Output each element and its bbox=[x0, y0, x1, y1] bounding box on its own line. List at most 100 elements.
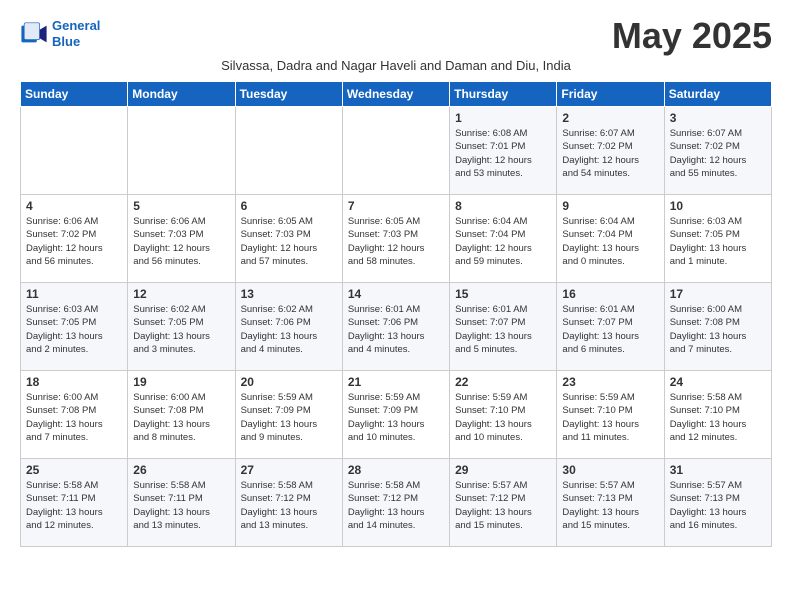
week-row-2: 4 Sunrise: 6:06 AM Sunset: 7:02 PM Daylig… bbox=[21, 195, 772, 283]
day-info: Sunrise: 6:08 AM Sunset: 7:01 PM Dayligh… bbox=[455, 127, 552, 180]
calendar-cell: 2Sunrise: 6:07 AM Sunset: 7:02 PM Daylig… bbox=[557, 107, 664, 195]
calendar-cell bbox=[342, 107, 449, 195]
day-info: Sunrise: 5:58 AM Sunset: 7:11 PM Dayligh… bbox=[26, 479, 123, 532]
day-number: 30 bbox=[562, 463, 659, 477]
calendar-cell: 9Sunrise: 6:04 AM Sunset: 7:04 PM Daylig… bbox=[557, 195, 664, 283]
day-number: 18 bbox=[26, 375, 123, 389]
day-info: Sunrise: 6:01 AM Sunset: 7:07 PM Dayligh… bbox=[562, 303, 659, 356]
weekday-header-monday: Monday bbox=[128, 82, 235, 107]
weekday-header-row: SundayMondayTuesdayWednesdayThursdayFrid… bbox=[21, 82, 772, 107]
day-number: 4 bbox=[26, 199, 123, 213]
day-info: Sunrise: 5:58 AM Sunset: 7:12 PM Dayligh… bbox=[241, 479, 338, 532]
calendar-table: SundayMondayTuesdayWednesdayThursdayFrid… bbox=[20, 81, 772, 547]
day-info: Sunrise: 5:58 AM Sunset: 7:10 PM Dayligh… bbox=[670, 391, 767, 444]
day-number: 8 bbox=[455, 199, 552, 213]
day-info: Sunrise: 6:07 AM Sunset: 7:02 PM Dayligh… bbox=[670, 127, 767, 180]
calendar-cell: 3 Sunrise: 6:07 AM Sunset: 7:02 PM Daylig… bbox=[664, 107, 771, 195]
day-number: 12 bbox=[133, 287, 230, 301]
calendar-cell: 26 Sunrise: 5:58 AM Sunset: 7:11 PM Dayli… bbox=[128, 459, 235, 547]
day-number: 28 bbox=[348, 463, 445, 477]
calendar-cell: 22 Sunrise: 5:59 AM Sunset: 7:10 PM Dayli… bbox=[450, 371, 557, 459]
day-number: 10 bbox=[670, 199, 767, 213]
day-info: Sunrise: 5:57 AM Sunset: 7:12 PM Dayligh… bbox=[455, 479, 552, 532]
day-info: Sunrise: 6:00 AM Sunset: 7:08 PM Dayligh… bbox=[670, 303, 767, 356]
header: General Blue May 2025 bbox=[20, 18, 772, 54]
weekday-header-thursday: Thursday bbox=[450, 82, 557, 107]
day-number: 14 bbox=[348, 287, 445, 301]
day-info: Sunrise: 6:03 AM Sunset: 7:05 PM Dayligh… bbox=[26, 303, 123, 356]
calendar-cell: 7Sunrise: 6:05 AM Sunset: 7:03 PM Daylig… bbox=[342, 195, 449, 283]
month-title: May 2025 bbox=[612, 18, 772, 54]
day-number: 6 bbox=[241, 199, 338, 213]
day-info: Sunrise: 6:04 AM Sunset: 7:04 PM Dayligh… bbox=[562, 215, 659, 268]
day-info: Sunrise: 6:02 AM Sunset: 7:06 PM Dayligh… bbox=[241, 303, 338, 356]
day-number: 11 bbox=[26, 287, 123, 301]
calendar-cell: 19Sunrise: 6:00 AM Sunset: 7:08 PM Dayli… bbox=[128, 371, 235, 459]
day-number: 15 bbox=[455, 287, 552, 301]
subtitle: Silvassa, Dadra and Nagar Haveli and Dam… bbox=[20, 58, 772, 73]
week-row-5: 25 Sunrise: 5:58 AM Sunset: 7:11 PM Dayli… bbox=[21, 459, 772, 547]
logo-icon bbox=[20, 20, 48, 48]
day-info: Sunrise: 5:59 AM Sunset: 7:09 PM Dayligh… bbox=[348, 391, 445, 444]
calendar-cell: 31 Sunrise: 5:57 AM Sunset: 7:13 PM Dayli… bbox=[664, 459, 771, 547]
calendar-cell: 1 Sunrise: 6:08 AM Sunset: 7:01 PM Daylig… bbox=[450, 107, 557, 195]
calendar-cell bbox=[235, 107, 342, 195]
day-info: Sunrise: 5:57 AM Sunset: 7:13 PM Dayligh… bbox=[670, 479, 767, 532]
day-number: 23 bbox=[562, 375, 659, 389]
day-info: Sunrise: 6:00 AM Sunset: 7:08 PM Dayligh… bbox=[133, 391, 230, 444]
day-info: Sunrise: 5:58 AM Sunset: 7:11 PM Dayligh… bbox=[133, 479, 230, 532]
calendar-cell: 27 Sunrise: 5:58 AM Sunset: 7:12 PM Dayli… bbox=[235, 459, 342, 547]
day-number: 26 bbox=[133, 463, 230, 477]
day-number: 24 bbox=[670, 375, 767, 389]
weekday-header-wednesday: Wednesday bbox=[342, 82, 449, 107]
day-number: 22 bbox=[455, 375, 552, 389]
day-number: 1 bbox=[455, 111, 552, 125]
week-row-1: 1 Sunrise: 6:08 AM Sunset: 7:01 PM Daylig… bbox=[21, 107, 772, 195]
weekday-header-tuesday: Tuesday bbox=[235, 82, 342, 107]
calendar-cell: 18 Sunrise: 6:00 AM Sunset: 7:08 PM Dayli… bbox=[21, 371, 128, 459]
day-info: Sunrise: 6:01 AM Sunset: 7:06 PM Dayligh… bbox=[348, 303, 445, 356]
day-info: Sunrise: 6:04 AM Sunset: 7:04 PM Dayligh… bbox=[455, 215, 552, 268]
calendar-cell: 8 Sunrise: 6:04 AM Sunset: 7:04 PM Daylig… bbox=[450, 195, 557, 283]
calendar-cell: 13 Sunrise: 6:02 AM Sunset: 7:06 PM Dayli… bbox=[235, 283, 342, 371]
day-info: Sunrise: 6:00 AM Sunset: 7:08 PM Dayligh… bbox=[26, 391, 123, 444]
calendar-cell bbox=[128, 107, 235, 195]
weekday-header-friday: Friday bbox=[557, 82, 664, 107]
day-number: 7 bbox=[348, 199, 445, 213]
calendar-cell: 17 Sunrise: 6:00 AM Sunset: 7:08 PM Dayli… bbox=[664, 283, 771, 371]
calendar-cell: 28 Sunrise: 5:58 AM Sunset: 7:12 PM Dayli… bbox=[342, 459, 449, 547]
day-info: Sunrise: 5:58 AM Sunset: 7:12 PM Dayligh… bbox=[348, 479, 445, 532]
calendar-cell: 5Sunrise: 6:06 AM Sunset: 7:03 PM Daylig… bbox=[128, 195, 235, 283]
weekday-header-sunday: Sunday bbox=[21, 82, 128, 107]
day-number: 3 bbox=[670, 111, 767, 125]
day-info: Sunrise: 6:02 AM Sunset: 7:05 PM Dayligh… bbox=[133, 303, 230, 356]
calendar-cell: 15 Sunrise: 6:01 AM Sunset: 7:07 PM Dayli… bbox=[450, 283, 557, 371]
day-number: 21 bbox=[348, 375, 445, 389]
calendar-cell: 14 Sunrise: 6:01 AM Sunset: 7:06 PM Dayli… bbox=[342, 283, 449, 371]
day-info: Sunrise: 6:03 AM Sunset: 7:05 PM Dayligh… bbox=[670, 215, 767, 268]
day-info: Sunrise: 5:59 AM Sunset: 7:10 PM Dayligh… bbox=[455, 391, 552, 444]
day-number: 2 bbox=[562, 111, 659, 125]
day-number: 29 bbox=[455, 463, 552, 477]
day-number: 17 bbox=[670, 287, 767, 301]
weekday-header-saturday: Saturday bbox=[664, 82, 771, 107]
week-row-4: 18 Sunrise: 6:00 AM Sunset: 7:08 PM Dayli… bbox=[21, 371, 772, 459]
calendar-cell: 21 Sunrise: 5:59 AM Sunset: 7:09 PM Dayli… bbox=[342, 371, 449, 459]
calendar-cell: 11 Sunrise: 6:03 AM Sunset: 7:05 PM Dayli… bbox=[21, 283, 128, 371]
day-number: 13 bbox=[241, 287, 338, 301]
week-row-3: 11 Sunrise: 6:03 AM Sunset: 7:05 PM Dayli… bbox=[21, 283, 772, 371]
day-info: Sunrise: 6:01 AM Sunset: 7:07 PM Dayligh… bbox=[455, 303, 552, 356]
day-number: 27 bbox=[241, 463, 338, 477]
day-number: 31 bbox=[670, 463, 767, 477]
day-info: Sunrise: 6:06 AM Sunset: 7:02 PM Dayligh… bbox=[26, 215, 123, 268]
day-number: 25 bbox=[26, 463, 123, 477]
calendar-cell: 16Sunrise: 6:01 AM Sunset: 7:07 PM Dayli… bbox=[557, 283, 664, 371]
calendar-cell: 30Sunrise: 5:57 AM Sunset: 7:13 PM Dayli… bbox=[557, 459, 664, 547]
calendar-cell: 24 Sunrise: 5:58 AM Sunset: 7:10 PM Dayli… bbox=[664, 371, 771, 459]
day-info: Sunrise: 6:06 AM Sunset: 7:03 PM Dayligh… bbox=[133, 215, 230, 268]
day-info: Sunrise: 5:59 AM Sunset: 7:09 PM Dayligh… bbox=[241, 391, 338, 444]
calendar-cell: 4 Sunrise: 6:06 AM Sunset: 7:02 PM Daylig… bbox=[21, 195, 128, 283]
calendar-cell: 23Sunrise: 5:59 AM Sunset: 7:10 PM Dayli… bbox=[557, 371, 664, 459]
calendar-cell: 20Sunrise: 5:59 AM Sunset: 7:09 PM Dayli… bbox=[235, 371, 342, 459]
calendar-cell: 12 Sunrise: 6:02 AM Sunset: 7:05 PM Dayli… bbox=[128, 283, 235, 371]
